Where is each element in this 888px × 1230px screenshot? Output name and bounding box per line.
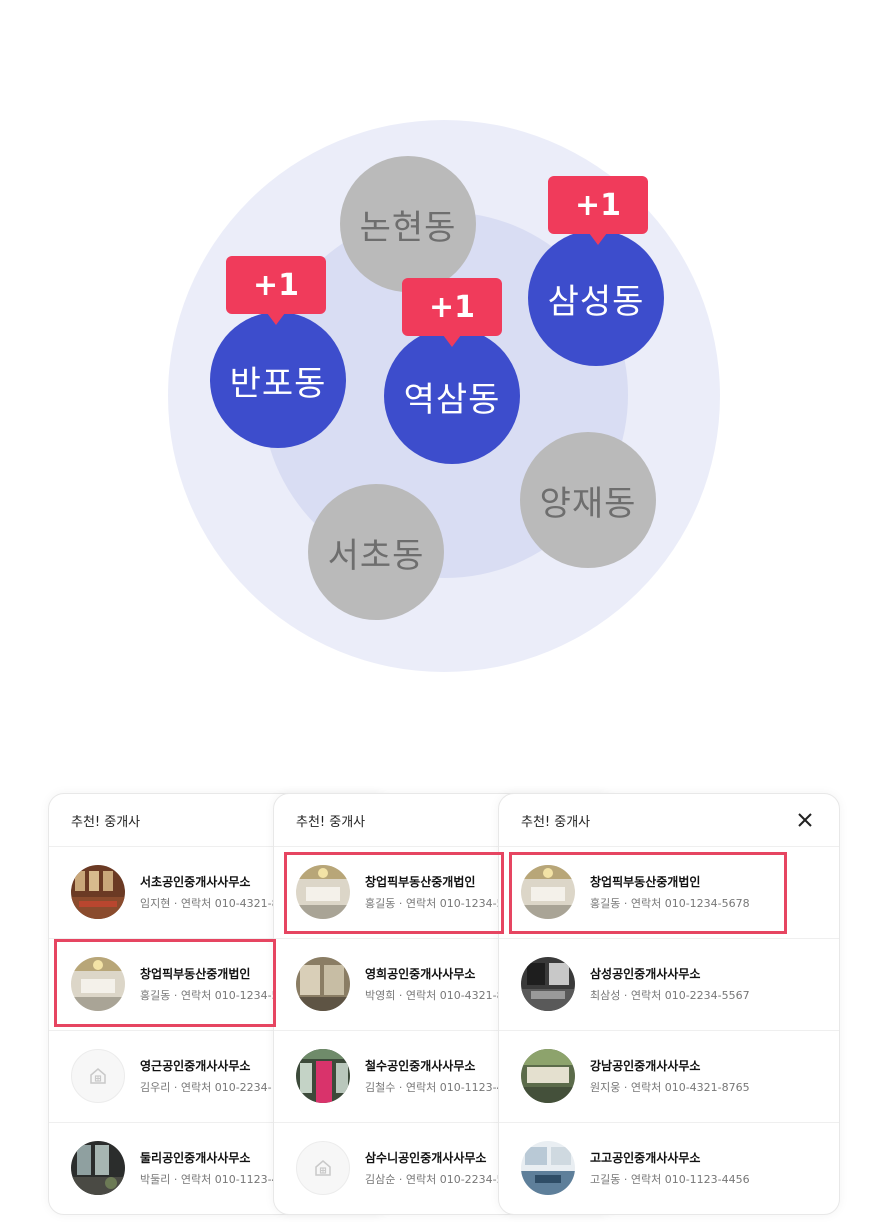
badge-count: +1 [574,187,621,223]
district-label: 삼성동 [547,281,645,322]
district-label: 논현동 [359,207,457,248]
broker-name: 삼수니공인중개사사무소 [365,1151,487,1165]
office-photo [521,1049,575,1103]
broker-name: 창업픽부동산중개법인 [365,875,476,889]
count-badge-banpo: +1 [226,256,326,325]
broker-name: 서초공인중개사사무소 [140,875,251,889]
office-photo [296,1049,350,1103]
broker-contact: 김삼순 · 연락처 010-2234-5 [365,1173,504,1186]
broker-contact: 고길동 · 연락처 010-1123-4456 [590,1173,750,1186]
broker-name: 둘리공인중개사사무소 [140,1151,251,1165]
broker-contact: 홍길동 · 연락처 010-1234-5678 [590,897,750,910]
badge-count: +1 [428,289,475,325]
broker-name: 고고공인중개사사무소 [590,1151,701,1165]
panel-title: 추천! 중개사 [71,815,141,830]
broker-name: 강남공인중개사사무소 [590,1059,701,1073]
broker-name: 창업픽부동산중개법인 [590,875,701,889]
district-label: 양재동 [539,483,637,524]
office-photo [71,957,125,1011]
broker-contact: 임지현 · 연락처 010-4321-8 [140,897,279,910]
broker-contact: 원지웅 · 연락처 010-4321-8765 [590,1081,750,1094]
broker-contact: 김우리 · 연락처 010-2234- [140,1081,272,1094]
close-button[interactable] [795,810,815,830]
house-icon [71,1049,125,1103]
broker-name: 삼성공인중개사사무소 [590,967,701,981]
office-photo [521,957,575,1011]
district-bubble-nonhyeon[interactable]: 논현동 [340,156,476,292]
office-photo [521,1141,575,1195]
office-photo [296,957,350,1011]
panel-title: 추천! 중개사 [296,815,366,830]
broker-contact: 김철수 · 연락처 010-1123-4 [365,1081,504,1094]
office-photo [71,1141,125,1195]
broker-list-item[interactable]: 삼성공인중개사사무소 최삼성 · 연락처 010-2234-5567 [499,939,839,1031]
close-icon [798,813,812,827]
district-map: 논현동 양재동 서초동 삼성동 반포동 역삼동 +1 +1 +1 [0,0,888,700]
badge-count: +1 [252,267,299,303]
office-photo [521,865,575,919]
office-photo [71,865,125,919]
broker-contact: 박둘리 · 연락처 010-1123-4 [140,1173,279,1186]
district-label: 반포동 [229,363,327,404]
broker-contact: 홍길동 · 연락처 010-1234-5 [365,897,504,910]
broker-contact: 박영희 · 연락처 010-4321-8 [365,989,504,1002]
broker-panel-3: 추천! 중개사 창업픽부동산중개법인 홍길동 · 연락처 010-1234-56… [498,793,840,1215]
district-bubble-seocho[interactable]: 서초동 [308,484,444,620]
district-label: 서초동 [327,535,425,576]
count-badge-samseong: +1 [548,176,648,245]
broker-name: 창업픽부동산중개법인 [140,967,251,981]
district-bubble-banpo[interactable]: 반포동 [210,312,346,448]
broker-list-item[interactable]: 창업픽부동산중개법인 홍길동 · 연락처 010-1234-5678 [499,847,839,939]
district-bubble-samseong[interactable]: 삼성동 [528,230,664,366]
panel-header: 추천! 중개사 [499,794,839,847]
panel-title: 추천! 중개사 [521,815,591,830]
broker-contact: 최삼성 · 연락처 010-2234-5567 [590,989,750,1002]
district-label: 역삼동 [403,379,501,420]
broker-list-item[interactable]: 강남공인중개사사무소 원지웅 · 연락처 010-4321-8765 [499,1031,839,1123]
broker-contact: 홍길동 · 연락처 010-1234-5 [140,989,279,1002]
broker-name: 영근공인중개사사무소 [140,1059,251,1073]
district-bubble-yangjae[interactable]: 양재동 [520,432,656,568]
broker-name: 영희공인중개사사무소 [365,967,476,981]
broker-list-item[interactable]: 고고공인중개사사무소 고길동 · 연락처 010-1123-4456 [499,1123,839,1214]
district-bubble-yeoksam[interactable]: 역삼동 [384,328,520,464]
count-badge-yeoksam: +1 [402,278,502,347]
house-icon [296,1141,350,1195]
office-photo [296,865,350,919]
broker-name: 철수공인중개사사무소 [365,1059,476,1073]
